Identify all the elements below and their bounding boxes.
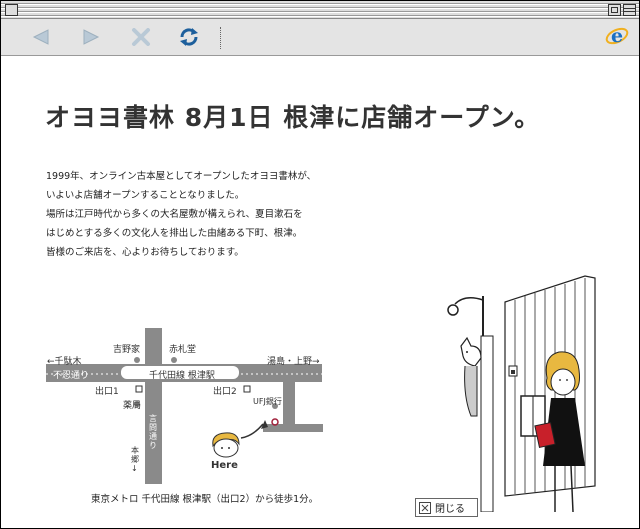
map-label-hongo: 本郷↓ bbox=[131, 446, 139, 473]
paragraph-line: いよいよ店舗オープンすることとなりました。 bbox=[46, 190, 245, 201]
map-label-akafudado: 赤札堂 bbox=[169, 345, 197, 355]
svg-text:e: e bbox=[611, 25, 623, 47]
access-map: 吉野家 赤札堂 ←千駄木 湯島・上野→ 不忍通り 千代田線 根津駅 出口1 出口… bbox=[41, 318, 331, 484]
refresh-button[interactable] bbox=[177, 26, 201, 48]
brand-logo: e bbox=[605, 25, 629, 47]
stop-icon bbox=[132, 28, 150, 46]
page-headline: オヨヨ書林 8月1日 根津に店舗オープン。 bbox=[45, 103, 541, 132]
collapse-box-icon[interactable] bbox=[623, 4, 636, 16]
refresh-icon bbox=[180, 28, 198, 46]
map-label-yoshinoya: 吉野家 bbox=[113, 345, 141, 355]
map-label-exit2: 出口2 bbox=[213, 387, 237, 397]
forward-icon bbox=[83, 29, 100, 45]
paragraph-line: はじめとする多くの文化人を排出した由緒ある下町、根津。 bbox=[46, 228, 303, 239]
toolbar: e bbox=[1, 19, 639, 56]
page-content: オヨヨ書林 8月1日 根津に店舗オープン。 1999年、オンライン古本屋としてオ… bbox=[5, 56, 635, 524]
map-label-kototoi: 言問通り bbox=[149, 414, 157, 450]
map-label-here: Here bbox=[211, 460, 238, 471]
zoom-box-icon[interactable] bbox=[608, 4, 621, 16]
back-icon bbox=[32, 29, 49, 45]
close-icon bbox=[419, 501, 431, 514]
map-label-shinobazu: 不忍通り bbox=[53, 371, 90, 381]
map-label-yushima: 湯島・上野→ bbox=[267, 357, 320, 367]
map-label-sendagi: ←千駄木 bbox=[47, 357, 82, 367]
access-directions: 東京メトロ 千代田線 根津駅（出口2）から徒歩1分。 bbox=[91, 494, 319, 505]
forward-button[interactable] bbox=[79, 26, 103, 48]
storefront-illustration bbox=[447, 275, 596, 512]
announcement-paragraph: 1999年、オンライン古本屋としてオープンしたオヨヨ書林が、 いよいよ店舗オープ… bbox=[46, 167, 316, 262]
paragraph-line: 場所は江戸時代から多くの大名屋敷が構えられ、夏目漱石を bbox=[46, 209, 303, 220]
back-button[interactable] bbox=[29, 26, 53, 48]
browser-window: e オヨヨ書林 8月1日 根津に店舗オープン。 1999年、オンライン古本屋とし… bbox=[0, 0, 640, 529]
close-button-label: 閉じる bbox=[435, 504, 465, 515]
stop-button[interactable] bbox=[129, 26, 153, 48]
toolbar-separator bbox=[220, 27, 222, 49]
paragraph-line: 皆様のご来店を、心よりお待ちしております。 bbox=[46, 247, 244, 258]
ie-logo-icon: e bbox=[605, 25, 629, 47]
map-label-station: 千代田線 根津駅 bbox=[149, 371, 215, 381]
map-label-bank: UFJ銀行 bbox=[253, 397, 282, 406]
close-box-icon[interactable] bbox=[5, 4, 18, 16]
close-window-button[interactable]: 閉じる bbox=[415, 498, 478, 517]
map-label-pharmacy: 薬局 bbox=[123, 401, 142, 411]
map-label-exit1: 出口1 bbox=[95, 387, 119, 397]
paragraph-line: 1999年、オンライン古本屋としてオープンしたオヨヨ書林が、 bbox=[46, 171, 317, 182]
title-bar[interactable] bbox=[1, 1, 639, 19]
